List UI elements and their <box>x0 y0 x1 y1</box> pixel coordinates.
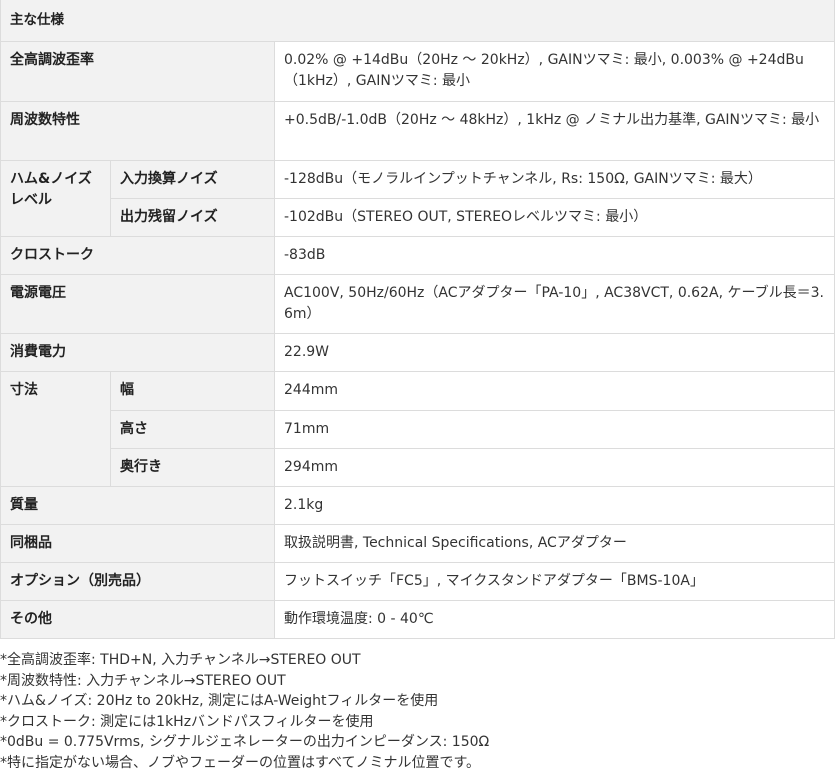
row-value-input-noise: -128dBu（モノラルインプットチャンネル, Rs: 150Ω, GAINツマ… <box>273 159 836 199</box>
table-row: クロストーク -83dB <box>0 235 836 275</box>
footnote-item: *クロストーク: 測定には1kHzバンドパスフィルターを使用 <box>0 713 374 730</box>
spec-caption: 主な仕様 <box>0 0 836 42</box>
footnote-item: *特に指定がない場合、ノブやフェーダーの位置はすべてノミナル位置です。 <box>0 754 481 771</box>
row-sublabel-depth: 奥行き <box>110 447 275 487</box>
row-value-depth: 294mm <box>273 447 836 487</box>
row-value-height: 71mm <box>273 409 836 449</box>
table-row: ハム&ノイズレベル 入力換算ノイズ -128dBu（モノラルインプットチャンネル… <box>0 159 836 237</box>
table-row: 周波数特性 +0.5dB/-1.0dB（20Hz 〜 48kHz）, 1kHz … <box>0 100 836 161</box>
spec-caption-row: 主な仕様 <box>0 0 836 42</box>
footnotes: *全高調波歪率: THD+N, 入力チャンネル→STEREO OUT *周波数特… <box>0 650 834 774</box>
row-value-power-consumption: 22.9W <box>273 332 836 372</box>
footnote-item: *ハム&ノイズ: 20Hz to 20kHz, 測定にはA-Weightフィルタ… <box>0 693 439 710</box>
table-row: 高さ 71mm <box>1 409 836 449</box>
table-row: 電源電圧 AC100V, 50Hz/60Hz（ACアダプター「PA-10」, A… <box>0 273 836 334</box>
footnote-item: *周波数特性: 入力チャンネル→STEREO OUT <box>0 672 286 689</box>
row-label-options: オプション（別売品） <box>0 561 275 601</box>
row-sublabel-width: 幅 <box>110 370 275 411</box>
row-label-crosstalk: クロストーク <box>0 235 275 275</box>
row-value-other: 動作環境温度: 0 - 40℃ <box>273 599 836 639</box>
row-value-thd: 0.02% @ +14dBu（20Hz 〜 20kHz）, GAINツマミ: 最… <box>273 40 836 102</box>
row-label-accessories: 同梱品 <box>0 523 275 563</box>
table-row: 質量 2.1kg <box>0 485 836 525</box>
row-label-power-supply: 電源電圧 <box>0 273 275 334</box>
table-row: その他 動作環境温度: 0 - 40℃ <box>0 599 836 639</box>
row-value-crosstalk: -83dB <box>273 235 836 275</box>
row-sublabel-output-noise: 出力残留ノイズ <box>110 197 275 237</box>
row-label-weight: 質量 <box>0 485 275 525</box>
table-row: オプション（別売品） フットスイッチ「FC5」, マイクスタンドアダプター「BM… <box>0 561 836 601</box>
row-label-dimensions: 寸法 <box>0 370 111 487</box>
table-row: 全高調波歪率 0.02% @ +14dBu（20Hz 〜 20kHz）, GAI… <box>0 40 836 102</box>
spec-table-container: 主な仕様 全高調波歪率 0.02% @ +14dBu（20Hz 〜 20kHz）… <box>0 0 836 639</box>
table-row: 寸法 幅 244mm <box>0 370 836 487</box>
row-label-other: その他 <box>0 599 275 639</box>
table-row: 出力残留ノイズ -102dBu（STEREO OUT, STEREOレベルツマミ… <box>1 197 836 237</box>
row-label-freq: 周波数特性 <box>0 100 275 161</box>
footnote-item: *0dBu = 0.775Vrms, シグナルジェネレーターの出力インピーダンス… <box>0 734 490 751</box>
row-label-power-consumption: 消費電力 <box>0 332 275 372</box>
row-value-freq: +0.5dB/-1.0dB（20Hz 〜 48kHz）, 1kHz @ ノミナル… <box>273 100 836 161</box>
table-row: 奥行き 294mm <box>1 447 836 487</box>
table-row: 消費電力 22.9W <box>0 332 836 372</box>
row-value-weight: 2.1kg <box>273 485 836 525</box>
table-row: 同梱品 取扱説明書, Technical Specifications, ACア… <box>0 523 836 563</box>
row-sublabel-input-noise: 入力換算ノイズ <box>110 159 275 199</box>
row-value-width: 244mm <box>273 370 836 411</box>
row-sublabel-height: 高さ <box>110 409 275 449</box>
row-value-output-noise: -102dBu（STEREO OUT, STEREOレベルツマミ: 最小） <box>273 197 836 237</box>
spec-table: 主な仕様 全高調波歪率 0.02% @ +14dBu（20Hz 〜 20kHz）… <box>0 0 836 639</box>
row-value-power-supply: AC100V, 50Hz/60Hz（ACアダプター「PA-10」, AC38VC… <box>273 273 836 334</box>
row-label-hum: ハム&ノイズレベル <box>0 159 111 237</box>
row-value-options: フットスイッチ「FC5」, マイクスタンドアダプター「BMS-10A」 <box>273 561 836 601</box>
row-value-accessories: 取扱説明書, Technical Specifications, ACアダプター <box>273 523 836 563</box>
row-label-thd: 全高調波歪率 <box>0 40 275 102</box>
footnote-item: *全高調波歪率: THD+N, 入力チャンネル→STEREO OUT <box>0 652 361 668</box>
